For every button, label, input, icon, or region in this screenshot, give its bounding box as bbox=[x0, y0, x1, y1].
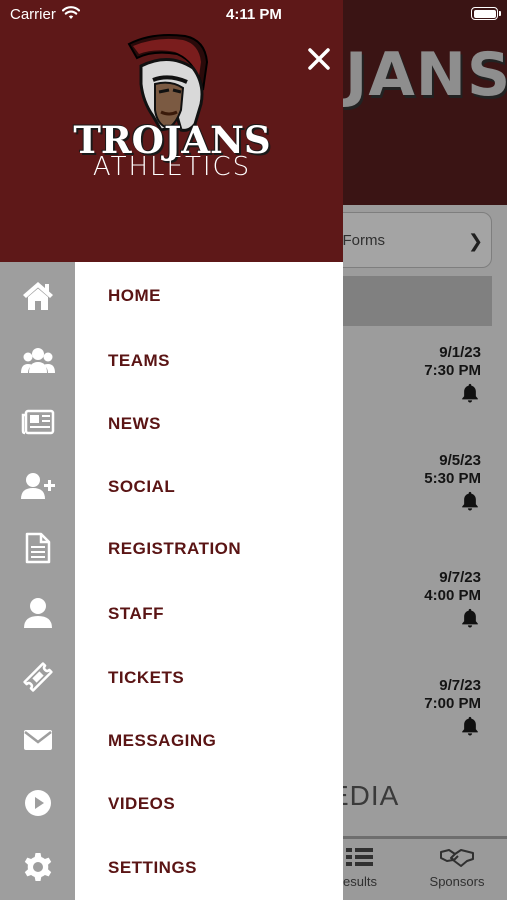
navigation-drawer: TROJANS ATHLETICS HOME TEAMS NEWS SOCIAL bbox=[0, 0, 343, 900]
wifi-icon bbox=[62, 6, 80, 19]
game-date: 9/1/23 bbox=[439, 344, 481, 361]
menu-item-registration[interactable]: REGISTRATION bbox=[108, 539, 241, 559]
menu-item-settings[interactable]: SETTINGS bbox=[108, 858, 197, 878]
menu-item-social[interactable]: SOCIAL bbox=[108, 477, 175, 497]
menu-item-messaging[interactable]: MESSAGING bbox=[108, 731, 216, 751]
game-time: 5:30 PM bbox=[424, 470, 481, 487]
close-icon[interactable] bbox=[300, 40, 338, 78]
chevron-right-icon: ❯ bbox=[468, 231, 484, 251]
carrier-label: Carrier bbox=[10, 6, 56, 23]
person-icon[interactable] bbox=[0, 593, 75, 633]
game-item[interactable]: 9/1/23 7:30 PM bbox=[424, 344, 481, 404]
menu-item-staff[interactable]: STAFF bbox=[108, 604, 164, 624]
menu-item-home[interactable]: HOME bbox=[108, 286, 161, 306]
game-time: 7:30 PM bbox=[424, 362, 481, 379]
bell-icon[interactable] bbox=[459, 607, 481, 629]
bell-icon[interactable] bbox=[459, 490, 481, 512]
bell-icon[interactable] bbox=[459, 715, 481, 737]
menu-item-news[interactable]: NEWS bbox=[108, 414, 161, 434]
list-icon bbox=[346, 848, 373, 866]
tab-sponsors[interactable]: Sponsors bbox=[422, 846, 492, 889]
game-date: 9/5/23 bbox=[439, 452, 481, 469]
play-icon[interactable] bbox=[0, 783, 75, 823]
game-date: 9/7/23 bbox=[439, 677, 481, 694]
document-icon[interactable] bbox=[0, 528, 75, 568]
handshake-icon bbox=[440, 849, 474, 867]
team-icon[interactable] bbox=[0, 340, 75, 380]
drawer-header: TROJANS ATHLETICS bbox=[0, 0, 343, 262]
game-item[interactable]: 9/7/23 7:00 PM bbox=[424, 677, 481, 737]
menu-item-tickets[interactable]: TICKETS bbox=[108, 668, 184, 688]
bg-hero-text: JANS bbox=[345, 40, 507, 110]
add-user-icon[interactable] bbox=[0, 466, 75, 506]
tab-label: Sponsors bbox=[429, 874, 485, 889]
game-item[interactable]: 9/7/23 4:00 PM bbox=[424, 569, 481, 629]
newspaper-icon[interactable] bbox=[0, 402, 75, 442]
game-time: 7:00 PM bbox=[424, 695, 481, 712]
game-item[interactable]: 9/5/23 5:30 PM bbox=[424, 452, 481, 512]
home-icon[interactable] bbox=[0, 276, 75, 316]
battery-icon bbox=[471, 7, 501, 20]
menu-item-teams[interactable]: TEAMS bbox=[108, 351, 170, 371]
gear-icon[interactable] bbox=[0, 847, 75, 887]
envelope-icon[interactable] bbox=[0, 720, 75, 760]
clock: 4:11 PM bbox=[226, 6, 282, 23]
status-bar: Carrier 4:11 PM bbox=[0, 0, 507, 28]
ticket-icon[interactable] bbox=[0, 657, 75, 697]
bell-icon[interactable] bbox=[459, 382, 481, 404]
menu-item-videos[interactable]: VIDEOS bbox=[108, 794, 175, 814]
game-date: 9/7/23 bbox=[439, 569, 481, 586]
logo-subtitle: ATHLETICS bbox=[92, 152, 252, 182]
game-time: 4:00 PM bbox=[424, 587, 481, 604]
